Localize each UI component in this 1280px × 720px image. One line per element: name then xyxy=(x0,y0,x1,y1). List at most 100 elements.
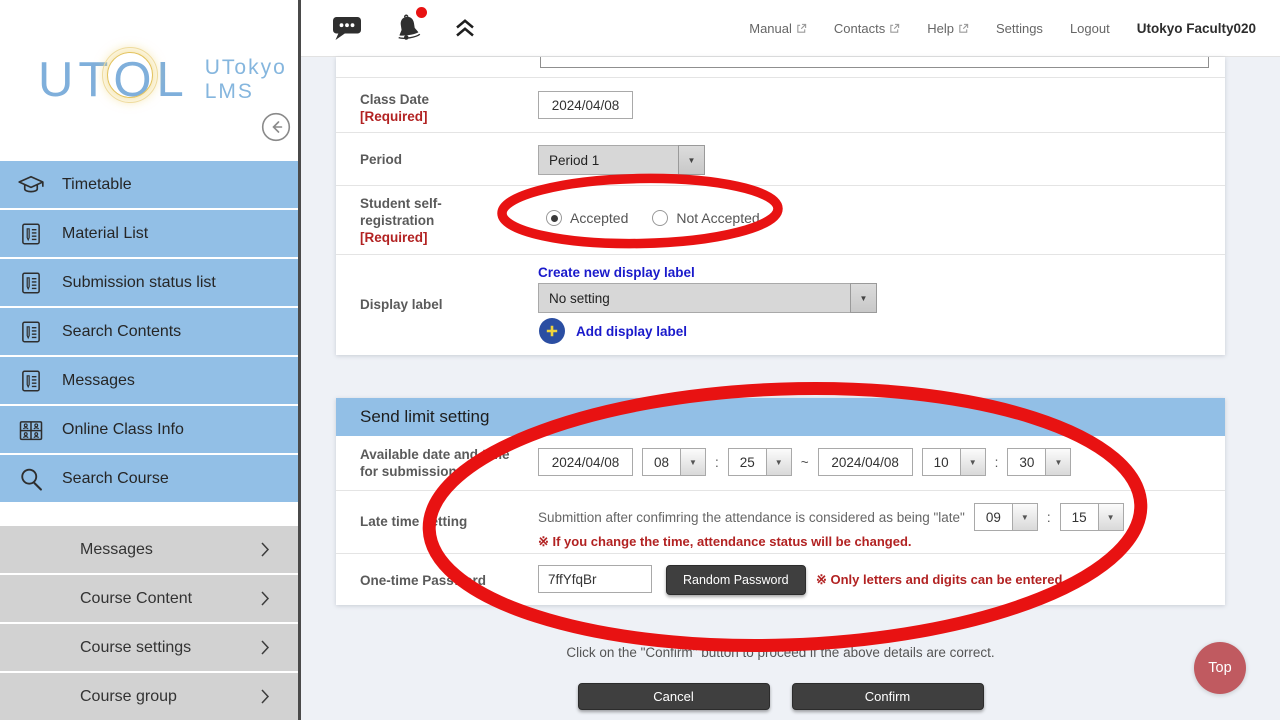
sidebar-item-course-settings[interactable]: Course settings xyxy=(0,624,298,671)
one-time-password-input[interactable] xyxy=(538,565,652,593)
available-time-row: Available date and time for submission 0… xyxy=(336,436,1225,490)
start-date-input[interactable] xyxy=(538,448,633,476)
sidebar-item-messages[interactable]: Messages xyxy=(0,357,298,404)
random-password-button[interactable]: Random Password xyxy=(666,565,806,595)
sidebar-collapse-button[interactable] xyxy=(261,112,291,142)
logo-area: UTOL UTokyo LMS xyxy=(0,0,298,161)
sidebar-item-material-list[interactable]: Material List xyxy=(0,210,298,257)
late-time-description: Submittion after confimring the attendan… xyxy=(538,510,965,525)
accepted-radio[interactable] xyxy=(546,210,562,226)
late-time-label: Late time setting xyxy=(360,513,467,530)
chevron-down-icon[interactable]: ▼ xyxy=(1099,503,1124,531)
search-icon xyxy=(0,465,62,493)
help-link[interactable]: Help xyxy=(927,21,969,36)
confirm-button[interactable]: Confirm xyxy=(792,683,984,710)
self-registration-row: Student self-registration [Required] Acc… xyxy=(336,185,1225,254)
sidebar: UTOL UTokyo LMS Timetable xyxy=(0,0,298,720)
period-row: Period Period 1 ▼ xyxy=(336,132,1225,185)
chat-icon xyxy=(331,15,363,42)
scroll-to-top-button[interactable]: Top xyxy=(1194,642,1246,694)
collapse-header-button[interactable] xyxy=(453,18,477,39)
not-accepted-radio-label: Not Accepted xyxy=(676,210,759,226)
late-hour-select[interactable]: 09 ▼ xyxy=(974,503,1038,531)
chevron-right-icon xyxy=(260,541,270,563)
start-hour-select[interactable]: 08 ▼ xyxy=(642,448,706,476)
sidebar-item-search-course[interactable]: Search Course xyxy=(0,455,298,502)
end-hour-select[interactable]: 10 ▼ xyxy=(922,448,986,476)
utol-lms-page: UTOL UTokyo LMS Timetable xyxy=(0,0,1280,720)
display-label-row: Display label Create new display label N… xyxy=(336,254,1225,355)
end-date-input[interactable] xyxy=(818,448,913,476)
confirm-instruction: Click on the "Confirm" button to proceed… xyxy=(336,645,1225,660)
cropped-input[interactable] xyxy=(540,57,1209,68)
one-time-password-label: One-time Password xyxy=(360,572,486,589)
contacts-link[interactable]: Contacts xyxy=(834,21,900,36)
topbar: Manual Contacts Help Settings Logout Uto… xyxy=(301,0,1280,57)
clipboard-pen-icon xyxy=(0,368,62,394)
class-date-row: Class Date [Required] xyxy=(336,77,1225,132)
logged-in-user: Utokyo Faculty020 xyxy=(1137,21,1256,36)
chevron-down-icon[interactable]: ▼ xyxy=(1046,448,1071,476)
create-display-label-link[interactable]: Create new display label xyxy=(538,265,695,280)
chevron-down-icon[interactable]: ▼ xyxy=(681,448,706,476)
class-date-label: Class Date xyxy=(360,91,429,108)
plus-icon[interactable] xyxy=(539,318,565,344)
notifications-button[interactable] xyxy=(393,13,423,43)
send-limit-title: Send limit setting xyxy=(360,407,489,427)
period-label: Period xyxy=(360,151,402,168)
end-minute-select[interactable]: 30 ▼ xyxy=(1007,448,1071,476)
chevron-down-icon[interactable]: ▼ xyxy=(678,145,705,175)
chevron-down-icon[interactable]: ▼ xyxy=(961,448,986,476)
chevron-down-icon[interactable]: ▼ xyxy=(767,448,792,476)
chevron-down-icon[interactable]: ▼ xyxy=(850,283,877,313)
sidebar-item-submission-status-list[interactable]: Submission status list xyxy=(0,259,298,306)
chevron-right-icon xyxy=(260,688,270,710)
start-minute-select[interactable]: 25 ▼ xyxy=(728,448,792,476)
sidebar-item-course-content[interactable]: Course Content xyxy=(0,575,298,622)
external-link-icon xyxy=(889,23,900,34)
cancel-button[interactable]: Cancel xyxy=(578,683,770,710)
settings-link[interactable]: Settings xyxy=(996,21,1043,36)
chevron-right-icon xyxy=(260,590,270,612)
logout-link[interactable]: Logout xyxy=(1070,21,1110,36)
sidebar-item-online-class-info[interactable]: Online Class Info xyxy=(0,406,298,453)
chevron-down-icon[interactable]: ▼ xyxy=(1013,503,1038,531)
send-limit-header: Send limit setting xyxy=(336,398,1225,436)
one-time-password-row: One-time Password Random Password ※ Only… xyxy=(336,553,1225,605)
class-date-required: [Required] xyxy=(360,108,429,125)
external-link-icon xyxy=(958,23,969,34)
logo-subtitle: UTokyo LMS xyxy=(205,56,287,108)
display-label-label: Display label xyxy=(360,296,443,313)
sidebar-item-messages-group[interactable]: Messages xyxy=(0,526,298,573)
notification-badge xyxy=(416,7,427,18)
sidebar-item-timetable[interactable]: Timetable xyxy=(0,161,298,208)
sidebar-divider xyxy=(298,0,301,720)
clipboard-pen-icon xyxy=(0,270,62,296)
add-display-label-button[interactable]: Add display label xyxy=(539,318,687,344)
late-time-row: Late time setting Submittion after confi… xyxy=(336,490,1225,553)
double-chevron-up-icon xyxy=(453,18,477,39)
attendance-settings-panel: Class Date [Required] Period Period 1 ▼ … xyxy=(336,57,1225,355)
available-time-label: Available date and time for submission xyxy=(360,446,510,480)
back-arrow-icon xyxy=(261,112,291,142)
clipboard-pen-icon xyxy=(0,319,62,345)
chevron-right-icon xyxy=(260,639,270,661)
late-time-note: ※ If you change the time, attendance sta… xyxy=(538,534,912,550)
sidebar-item-search-contents[interactable]: Search Contents xyxy=(0,308,298,355)
sidebar-item-course-group[interactable]: Course group xyxy=(0,673,298,720)
period-select[interactable]: Period 1 ▼ xyxy=(538,145,705,175)
not-accepted-radio[interactable] xyxy=(652,210,668,226)
class-date-input[interactable] xyxy=(538,91,633,119)
self-registration-label: Student self-registration xyxy=(360,195,480,229)
utol-logo: UTOL UTokyo LMS xyxy=(38,52,287,108)
late-minute-select[interactable]: 15 ▼ xyxy=(1060,503,1124,531)
external-link-icon xyxy=(796,23,807,34)
display-label-select[interactable]: No setting ▼ xyxy=(538,283,877,313)
manual-link[interactable]: Manual xyxy=(749,21,807,36)
self-registration-required: [Required] xyxy=(360,229,480,246)
send-limit-panel: Send limit setting Available date and ti… xyxy=(336,398,1225,605)
people-grid-icon xyxy=(0,417,62,443)
chat-button[interactable] xyxy=(331,15,363,42)
main-content: Class Date [Required] Period Period 1 ▼ … xyxy=(301,57,1280,720)
sidebar-spacer xyxy=(0,504,298,526)
